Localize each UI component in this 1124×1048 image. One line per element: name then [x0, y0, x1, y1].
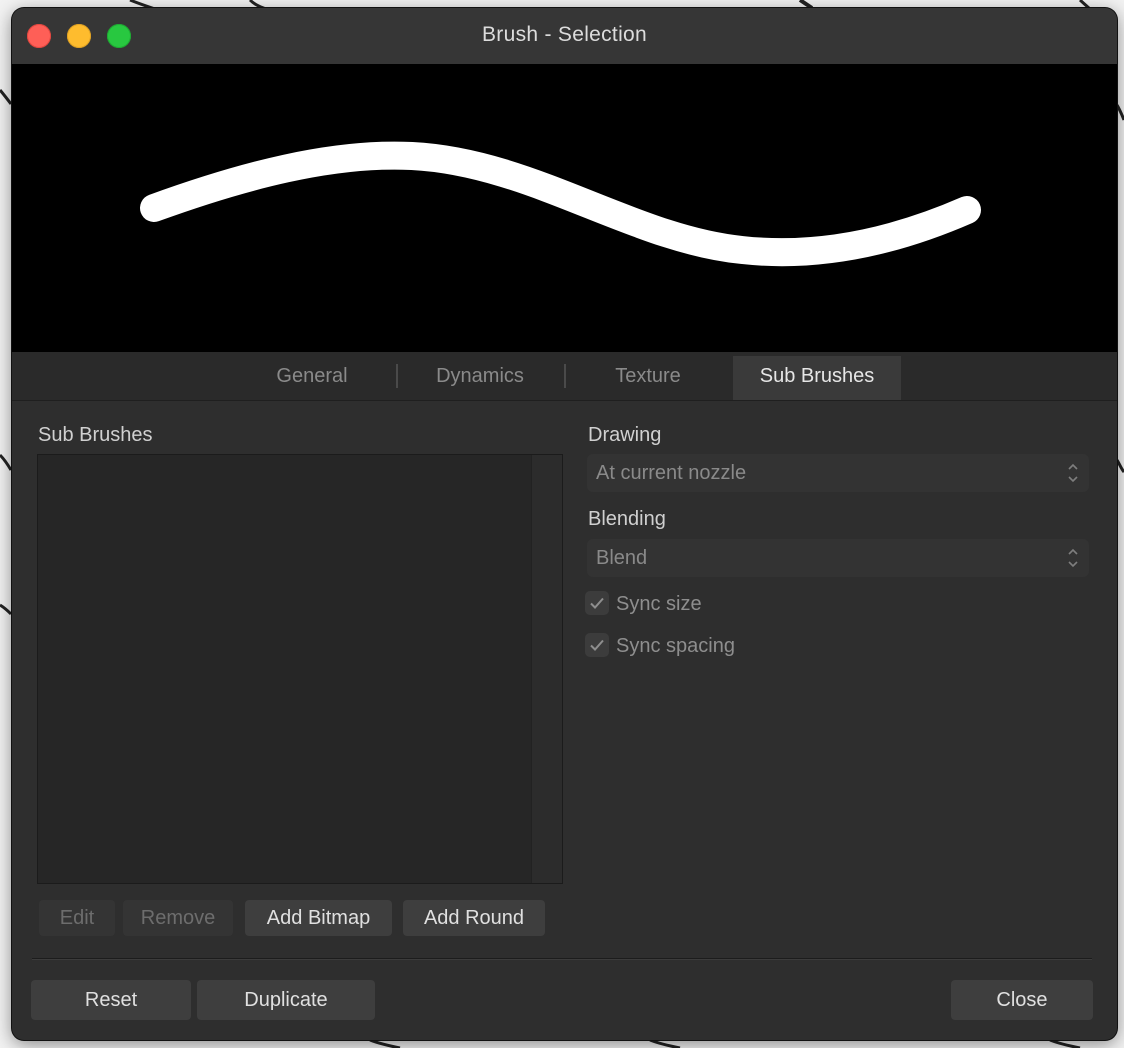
sync-spacing-label: Sync spacing	[616, 635, 735, 657]
close-button[interactable]: Close	[951, 980, 1093, 1020]
brush-stroke-preview	[140, 141, 981, 267]
blending-label: Blending	[588, 508, 666, 530]
sync-spacing-checkbox[interactable]	[585, 633, 609, 657]
blending-select-value: Blend	[596, 547, 648, 569]
reset-button[interactable]: Reset	[31, 980, 191, 1020]
list-scrollbar[interactable]	[531, 455, 562, 883]
tab-bar: General Dynamics Texture Sub Brushes	[12, 352, 1117, 401]
duplicate-button[interactable]: Duplicate	[197, 980, 375, 1020]
add-round-button[interactable]: Add Round	[403, 900, 545, 936]
title-bar[interactable]: Brush - Selection	[12, 8, 1117, 64]
tab-separator	[564, 364, 566, 388]
sync-size-label: Sync size	[616, 593, 702, 615]
brush-dialog-window: Brush - Selection General Dynamics Textu…	[12, 8, 1117, 1040]
chevron-updown-icon	[1068, 463, 1078, 483]
drawing-select[interactable]: At current nozzle	[587, 454, 1089, 492]
chevron-updown-icon	[1068, 548, 1078, 568]
tab-texture[interactable]: Texture	[583, 356, 713, 400]
drawing-label: Drawing	[588, 424, 662, 446]
sync-size-checkbox[interactable]	[585, 591, 609, 615]
drawing-select-value: At current nozzle	[596, 462, 747, 484]
add-bitmap-button[interactable]: Add Bitmap	[245, 900, 392, 936]
checkmark-icon	[590, 639, 604, 651]
tab-dynamics[interactable]: Dynamics	[415, 356, 545, 400]
edit-button[interactable]: Edit	[39, 900, 115, 936]
tab-separator	[396, 364, 398, 388]
sub-brushes-list[interactable]	[37, 454, 563, 884]
tab-general[interactable]: General	[247, 356, 377, 400]
checkmark-icon	[590, 597, 604, 609]
footer-divider	[32, 958, 1092, 960]
tab-sub-brushes[interactable]: Sub Brushes	[733, 356, 901, 400]
brush-preview	[12, 64, 1117, 352]
blending-select[interactable]: Blend	[587, 539, 1089, 577]
sub-brushes-header: Sub Brushes	[38, 424, 153, 446]
window-title: Brush - Selection	[481, 23, 647, 46]
remove-button[interactable]: Remove	[123, 900, 233, 936]
